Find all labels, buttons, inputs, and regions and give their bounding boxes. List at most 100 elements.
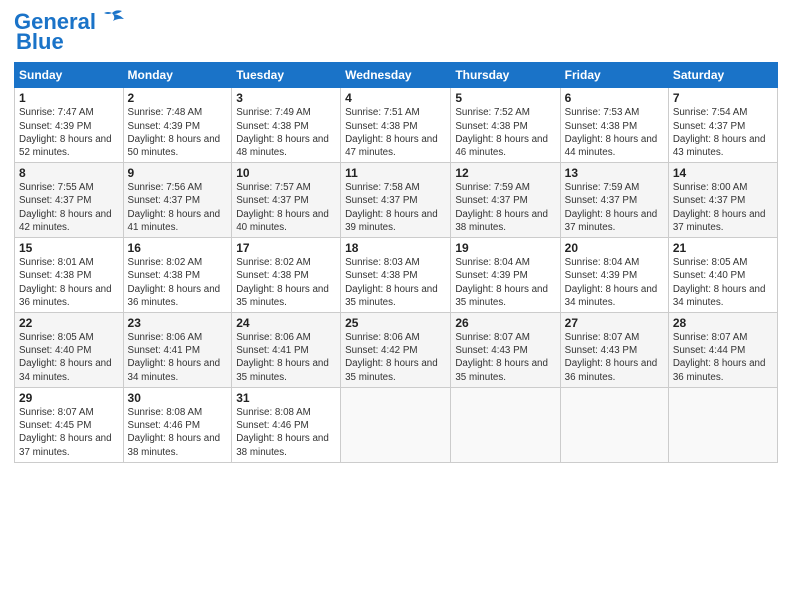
calendar-week-row: 8 Sunrise: 7:55 AMSunset: 4:37 PMDayligh… <box>15 163 778 238</box>
calendar-table: SundayMondayTuesdayWednesdayThursdayFrid… <box>14 62 778 462</box>
day-detail: Sunrise: 8:06 AMSunset: 4:41 PMDaylight:… <box>128 331 228 384</box>
day-detail: Sunrise: 8:08 AMSunset: 4:46 PMDaylight:… <box>128 406 228 459</box>
logo-blue-text: Blue <box>16 30 64 54</box>
day-detail: Sunrise: 8:08 AMSunset: 4:46 PMDaylight:… <box>236 406 336 459</box>
day-number: 25 <box>345 316 446 330</box>
day-number: 10 <box>236 166 336 180</box>
calendar-cell: 8 Sunrise: 7:55 AMSunset: 4:37 PMDayligh… <box>15 163 124 238</box>
day-detail: Sunrise: 8:07 AMSunset: 4:44 PMDaylight:… <box>673 331 773 384</box>
day-detail: Sunrise: 7:48 AMSunset: 4:39 PMDaylight:… <box>128 106 228 159</box>
calendar-cell: 19 Sunrise: 8:04 AMSunset: 4:39 PMDaylig… <box>451 238 560 313</box>
day-number: 15 <box>19 241 119 255</box>
day-number: 11 <box>345 166 446 180</box>
day-detail: Sunrise: 7:57 AMSunset: 4:37 PMDaylight:… <box>236 181 336 234</box>
day-number: 28 <box>673 316 773 330</box>
day-number: 16 <box>128 241 228 255</box>
calendar-cell: 14 Sunrise: 8:00 AMSunset: 4:37 PMDaylig… <box>668 163 777 238</box>
calendar-cell <box>560 387 668 462</box>
weekday-header: Sunday <box>15 63 124 88</box>
calendar-cell: 9 Sunrise: 7:56 AMSunset: 4:37 PMDayligh… <box>123 163 232 238</box>
day-number: 20 <box>565 241 664 255</box>
day-detail: Sunrise: 8:07 AMSunset: 4:43 PMDaylight:… <box>455 331 555 384</box>
day-detail: Sunrise: 8:02 AMSunset: 4:38 PMDaylight:… <box>128 256 228 309</box>
calendar-cell: 20 Sunrise: 8:04 AMSunset: 4:39 PMDaylig… <box>560 238 668 313</box>
calendar-cell: 15 Sunrise: 8:01 AMSunset: 4:38 PMDaylig… <box>15 238 124 313</box>
day-detail: Sunrise: 7:58 AMSunset: 4:37 PMDaylight:… <box>345 181 446 234</box>
calendar-cell: 3 Sunrise: 7:49 AMSunset: 4:38 PMDayligh… <box>232 88 341 163</box>
day-number: 6 <box>565 91 664 105</box>
calendar-cell: 22 Sunrise: 8:05 AMSunset: 4:40 PMDaylig… <box>15 313 124 388</box>
day-number: 4 <box>345 91 446 105</box>
calendar-cell: 10 Sunrise: 7:57 AMSunset: 4:37 PMDaylig… <box>232 163 341 238</box>
day-detail: Sunrise: 7:56 AMSunset: 4:37 PMDaylight:… <box>128 181 228 234</box>
calendar-cell: 18 Sunrise: 8:03 AMSunset: 4:38 PMDaylig… <box>341 238 451 313</box>
day-detail: Sunrise: 7:49 AMSunset: 4:38 PMDaylight:… <box>236 106 336 159</box>
calendar-week-row: 29 Sunrise: 8:07 AMSunset: 4:45 PMDaylig… <box>15 387 778 462</box>
day-detail: Sunrise: 8:00 AMSunset: 4:37 PMDaylight:… <box>673 181 773 234</box>
day-detail: Sunrise: 8:06 AMSunset: 4:42 PMDaylight:… <box>345 331 446 384</box>
calendar-cell: 25 Sunrise: 8:06 AMSunset: 4:42 PMDaylig… <box>341 313 451 388</box>
day-detail: Sunrise: 8:01 AMSunset: 4:38 PMDaylight:… <box>19 256 119 309</box>
calendar-cell: 27 Sunrise: 8:07 AMSunset: 4:43 PMDaylig… <box>560 313 668 388</box>
day-number: 5 <box>455 91 555 105</box>
calendar-cell: 13 Sunrise: 7:59 AMSunset: 4:37 PMDaylig… <box>560 163 668 238</box>
day-number: 24 <box>236 316 336 330</box>
day-number: 8 <box>19 166 119 180</box>
calendar-cell: 21 Sunrise: 8:05 AMSunset: 4:40 PMDaylig… <box>668 238 777 313</box>
day-detail: Sunrise: 8:02 AMSunset: 4:38 PMDaylight:… <box>236 256 336 309</box>
calendar-cell <box>341 387 451 462</box>
day-detail: Sunrise: 8:05 AMSunset: 4:40 PMDaylight:… <box>673 256 773 309</box>
calendar-cell: 17 Sunrise: 8:02 AMSunset: 4:38 PMDaylig… <box>232 238 341 313</box>
calendar-week-row: 22 Sunrise: 8:05 AMSunset: 4:40 PMDaylig… <box>15 313 778 388</box>
day-detail: Sunrise: 7:59 AMSunset: 4:37 PMDaylight:… <box>455 181 555 234</box>
calendar-cell: 5 Sunrise: 7:52 AMSunset: 4:38 PMDayligh… <box>451 88 560 163</box>
day-detail: Sunrise: 7:51 AMSunset: 4:38 PMDaylight:… <box>345 106 446 159</box>
calendar-cell <box>668 387 777 462</box>
calendar-cell: 12 Sunrise: 7:59 AMSunset: 4:37 PMDaylig… <box>451 163 560 238</box>
day-detail: Sunrise: 7:54 AMSunset: 4:37 PMDaylight:… <box>673 106 773 159</box>
logo-bird-icon <box>98 9 126 31</box>
day-detail: Sunrise: 7:53 AMSunset: 4:38 PMDaylight:… <box>565 106 664 159</box>
weekday-header: Monday <box>123 63 232 88</box>
calendar-cell: 6 Sunrise: 7:53 AMSunset: 4:38 PMDayligh… <box>560 88 668 163</box>
calendar-cell: 28 Sunrise: 8:07 AMSunset: 4:44 PMDaylig… <box>668 313 777 388</box>
day-number: 21 <box>673 241 773 255</box>
calendar-cell: 7 Sunrise: 7:54 AMSunset: 4:37 PMDayligh… <box>668 88 777 163</box>
calendar-cell: 2 Sunrise: 7:48 AMSunset: 4:39 PMDayligh… <box>123 88 232 163</box>
calendar-header-row: SundayMondayTuesdayWednesdayThursdayFrid… <box>15 63 778 88</box>
calendar-week-row: 1 Sunrise: 7:47 AMSunset: 4:39 PMDayligh… <box>15 88 778 163</box>
weekday-header: Tuesday <box>232 63 341 88</box>
day-detail: Sunrise: 8:07 AMSunset: 4:45 PMDaylight:… <box>19 406 119 459</box>
calendar-cell: 4 Sunrise: 7:51 AMSunset: 4:38 PMDayligh… <box>341 88 451 163</box>
weekday-header: Saturday <box>668 63 777 88</box>
day-detail: Sunrise: 8:03 AMSunset: 4:38 PMDaylight:… <box>345 256 446 309</box>
day-detail: Sunrise: 8:04 AMSunset: 4:39 PMDaylight:… <box>455 256 555 309</box>
calendar-cell: 24 Sunrise: 8:06 AMSunset: 4:41 PMDaylig… <box>232 313 341 388</box>
calendar-cell: 26 Sunrise: 8:07 AMSunset: 4:43 PMDaylig… <box>451 313 560 388</box>
day-number: 31 <box>236 391 336 405</box>
day-number: 13 <box>565 166 664 180</box>
calendar-week-row: 15 Sunrise: 8:01 AMSunset: 4:38 PMDaylig… <box>15 238 778 313</box>
weekday-header: Friday <box>560 63 668 88</box>
calendar-cell: 23 Sunrise: 8:06 AMSunset: 4:41 PMDaylig… <box>123 313 232 388</box>
day-detail: Sunrise: 7:59 AMSunset: 4:37 PMDaylight:… <box>565 181 664 234</box>
day-number: 9 <box>128 166 228 180</box>
day-number: 1 <box>19 91 119 105</box>
day-number: 18 <box>345 241 446 255</box>
day-detail: Sunrise: 8:05 AMSunset: 4:40 PMDaylight:… <box>19 331 119 384</box>
day-number: 7 <box>673 91 773 105</box>
weekday-header: Wednesday <box>341 63 451 88</box>
header: General Blue <box>14 10 778 54</box>
calendar-cell: 11 Sunrise: 7:58 AMSunset: 4:37 PMDaylig… <box>341 163 451 238</box>
calendar-cell: 29 Sunrise: 8:07 AMSunset: 4:45 PMDaylig… <box>15 387 124 462</box>
day-number: 26 <box>455 316 555 330</box>
calendar-cell <box>451 387 560 462</box>
calendar-cell: 16 Sunrise: 8:02 AMSunset: 4:38 PMDaylig… <box>123 238 232 313</box>
day-detail: Sunrise: 8:07 AMSunset: 4:43 PMDaylight:… <box>565 331 664 384</box>
logo: General Blue <box>14 10 126 54</box>
day-number: 27 <box>565 316 664 330</box>
page-container: General Blue SundayMondayTuesdayWednesda… <box>0 0 792 471</box>
day-number: 29 <box>19 391 119 405</box>
day-detail: Sunrise: 7:55 AMSunset: 4:37 PMDaylight:… <box>19 181 119 234</box>
day-number: 30 <box>128 391 228 405</box>
